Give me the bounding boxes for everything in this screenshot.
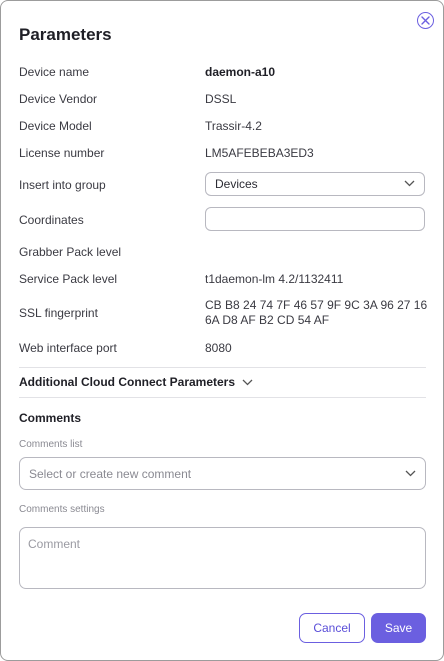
group-select-value: Devices [215,177,258,191]
ssl-fingerprint-label: SSL fingerprint [19,306,98,320]
device-vendor-label: Device Vendor [19,92,98,106]
license-number-label: License number [19,146,105,160]
cloud-connect-label: Additional Cloud Connect Parameters [19,375,236,389]
divider [19,397,426,398]
comments-settings-label: Comments settings [19,504,105,515]
close-icon[interactable] [417,12,434,29]
grabber-pack-label: Grabber Pack level [19,245,122,259]
save-button[interactable]: Save [371,613,426,643]
device-name-label: Device name [19,65,90,79]
group-select[interactable]: Devices [205,172,425,196]
comments-heading: Comments [19,411,82,425]
device-name-value: daemon-a10 [205,65,276,79]
chevron-down-icon [405,470,416,476]
cloud-connect-toggle[interactable]: Additional Cloud Connect Parameters [19,375,253,389]
divider [19,367,426,368]
device-vendor-value: DSSL [205,92,237,106]
comments-select-placeholder: Select or create new comment [29,466,192,481]
comment-placeholder: Comment [28,537,81,551]
ssl-fingerprint-value: CB B8 24 74 7F 46 57 9F 9C 3A 96 27 16 6… [205,298,428,327]
service-pack-label: Service Pack level [19,272,118,286]
device-model-label: Device Model [19,119,92,133]
comment-textarea[interactable]: Comment [19,527,426,589]
service-pack-value: t1daemon-lm 4.2/1132411 [205,272,344,286]
license-number-value: LM5AFEBEBA3ED3 [205,146,314,160]
comments-select[interactable]: Select or create new comment [19,457,426,490]
web-port-label: Web interface port [19,341,117,355]
chevron-down-icon [242,379,253,385]
parameters-dialog: Parameters Device name daemon-a10 Device… [0,0,444,661]
web-port-value: 8080 [205,341,232,355]
coordinates-label: Coordinates [19,213,84,227]
cancel-button[interactable]: Cancel [299,613,365,643]
dialog-title: Parameters [19,25,112,44]
device-model-value: Trassir-4.2 [205,119,262,133]
insert-group-label: Insert into group [19,178,106,192]
coordinates-input[interactable] [205,207,425,231]
comments-list-label: Comments list [19,439,83,450]
chevron-down-icon [404,180,415,187]
